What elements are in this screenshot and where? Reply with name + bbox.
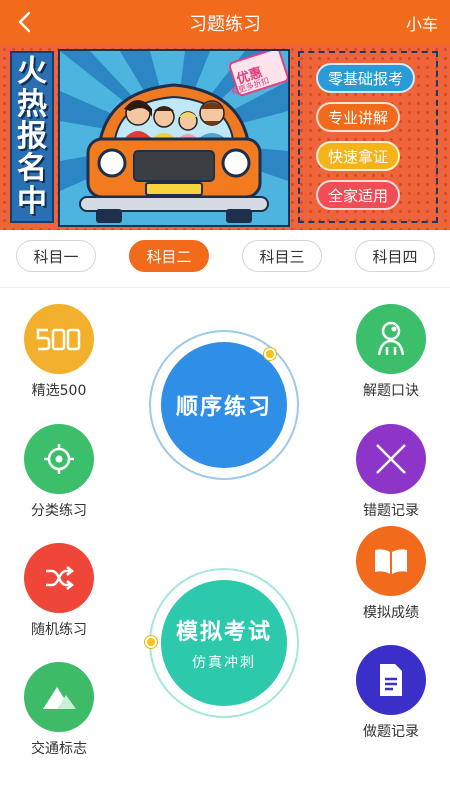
feature-label: 做题记录 bbox=[363, 724, 419, 740]
banner-char: 热 bbox=[17, 86, 47, 122]
feature-practice-records[interactable]: 做题记录 bbox=[341, 645, 441, 741]
document-icon bbox=[356, 645, 426, 715]
tab-subject-one[interactable]: 科目一 bbox=[16, 240, 96, 272]
feature-wrong-records[interactable]: 错题记录 bbox=[341, 424, 441, 520]
mountain-icon bbox=[24, 662, 94, 732]
vehicle-type-button[interactable]: 小车 bbox=[406, 11, 438, 35]
sequence-title: 顺序练习 bbox=[175, 395, 272, 420]
banner-feature-tags: 零基础报考 专业讲解 快速拿证 全家适用 bbox=[298, 51, 438, 223]
exam-circle: 模拟考试 仿真冲刺 bbox=[161, 580, 287, 706]
exam-title: 模拟考试 bbox=[175, 620, 272, 645]
exam-dot bbox=[145, 636, 157, 648]
feature-random-practice[interactable]: 随机练习 bbox=[9, 543, 109, 639]
feature-label: 分类练习 bbox=[31, 503, 87, 519]
banner-char: 火 bbox=[17, 54, 47, 90]
sequence-dot bbox=[264, 348, 276, 360]
500-icon bbox=[24, 304, 94, 374]
feature-mock-scores[interactable]: 模拟成绩 bbox=[341, 526, 441, 622]
feature-label: 交通标志 bbox=[31, 741, 87, 757]
banner-hot-signup: 火 热 报 名 中 bbox=[10, 51, 54, 223]
feature-label: 错题记录 bbox=[363, 503, 419, 519]
banner-tag: 快速拿证 bbox=[316, 141, 401, 171]
banner-char: 名 bbox=[17, 151, 47, 187]
shuffle-icon bbox=[24, 543, 94, 613]
banner-tag: 零基础报考 bbox=[316, 63, 416, 93]
feature-label: 模拟成绩 bbox=[363, 605, 419, 621]
book-icon bbox=[356, 526, 426, 596]
feature-selected-500[interactable]: 精选500 bbox=[9, 304, 109, 400]
tab-subject-three[interactable]: 科目三 bbox=[242, 240, 322, 272]
banner-char: 中 bbox=[17, 183, 47, 219]
tab-subject-two[interactable]: 科目二 bbox=[129, 240, 209, 272]
feature-traffic-signs[interactable]: 交通标志 bbox=[9, 662, 109, 758]
tab-subject-four[interactable]: 科目四 bbox=[355, 240, 435, 272]
banner-tag: 专业讲解 bbox=[316, 102, 401, 132]
banner-char: 报 bbox=[17, 118, 47, 154]
sequence-practice-button[interactable]: 顺序练习 bbox=[149, 330, 299, 480]
banner-tag: 全家适用 bbox=[316, 180, 401, 210]
target-icon bbox=[24, 424, 94, 494]
promo-banner[interactable]: 火 热 报 名 中 优惠 有更多折扣 零基础报考 专业讲解 快速拿证 全家适用 bbox=[0, 45, 450, 230]
subject-tabs: 科目一 科目二 科目三 科目四 bbox=[0, 240, 450, 278]
exam-subtitle: 仿真冲刺 bbox=[192, 655, 256, 671]
mock-exam-button[interactable]: 模拟考试 仿真冲刺 bbox=[145, 568, 299, 718]
feature-label: 解题口诀 bbox=[363, 383, 419, 399]
back-arrow-icon[interactable] bbox=[12, 8, 40, 36]
banner-car-illustration: 优惠 有更多折扣 bbox=[58, 49, 290, 227]
tabs-divider bbox=[0, 287, 450, 288]
feature-label: 精选500 bbox=[31, 383, 87, 399]
page-title: 习题练习 bbox=[189, 13, 261, 35]
person-idea-icon bbox=[356, 304, 426, 374]
sequence-circle: 顺序练习 bbox=[161, 342, 287, 468]
feature-solving-tips[interactable]: 解题口诀 bbox=[341, 304, 441, 400]
cross-icon bbox=[356, 424, 426, 494]
feature-category-practice[interactable]: 分类练习 bbox=[9, 424, 109, 520]
feature-label: 随机练习 bbox=[31, 622, 87, 638]
app-header: 习题练习 小车 bbox=[0, 0, 450, 45]
